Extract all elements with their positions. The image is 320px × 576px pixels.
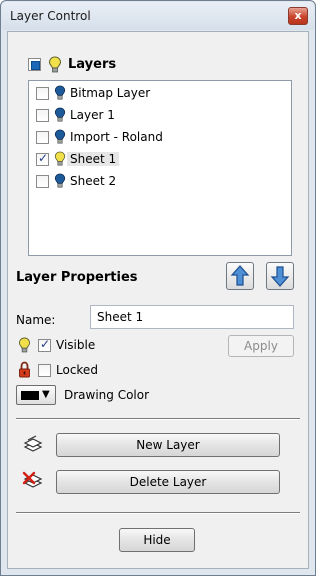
arrow-up-icon	[230, 265, 250, 286]
name-label: Name:	[16, 313, 56, 327]
move-layer-up-button[interactable]	[226, 262, 254, 290]
locked-label: Locked	[56, 363, 98, 377]
list-item-sheet-2[interactable]: Sheet 2	[29, 171, 291, 193]
list-item-sheet-1[interactable]: Sheet 1	[29, 149, 291, 171]
drawing-color-label: Drawing Color	[64, 388, 150, 402]
new-layer-icon	[23, 435, 43, 452]
list-item-layer-1[interactable]: Layer 1	[29, 105, 291, 127]
lightbulb-icon	[54, 107, 66, 122]
list-item-import-roland[interactable]: Import - Roland	[29, 127, 291, 149]
lightbulb-icon	[48, 56, 62, 73]
drawing-color-picker[interactable]: ▼	[16, 385, 56, 405]
delete-layer-icon	[22, 471, 43, 488]
layer-list[interactable]: Bitmap Layer Layer 1 Import - Roland ✓ S…	[28, 80, 292, 256]
layer-visibility-checkbox[interactable]	[36, 87, 49, 100]
close-icon: x	[294, 9, 302, 22]
arrow-down-icon	[270, 266, 290, 287]
lightbulb-icon	[54, 85, 66, 100]
layer-visibility-checkbox[interactable]	[36, 131, 49, 144]
title-bar[interactable]: Layer Control x	[2, 2, 314, 30]
new-layer-button[interactable]: New Layer	[56, 433, 280, 457]
layer-name: Sheet 1	[67, 152, 120, 166]
layers-header-label: Layers	[68, 57, 117, 72]
color-swatch	[21, 391, 39, 400]
divider	[16, 418, 300, 420]
window-title: Layer Control	[10, 9, 91, 23]
layers-master-checkbox[interactable]	[28, 58, 41, 71]
lightbulb-icon	[54, 151, 66, 166]
layer-name-input[interactable]: Sheet 1	[90, 305, 294, 329]
visible-checkbox[interactable]	[38, 337, 51, 352]
layer-name: Sheet 2	[70, 174, 117, 188]
lightbulb-icon	[18, 337, 31, 353]
chevron-down-icon: ▼	[42, 389, 50, 400]
layer-name: Layer 1	[70, 108, 115, 122]
lightbulb-icon	[54, 173, 66, 188]
list-item-bitmap-layer[interactable]: Bitmap Layer	[29, 83, 291, 105]
layer-name: Bitmap Layer	[70, 86, 151, 100]
hide-button[interactable]: Hide	[119, 528, 195, 552]
layer-control-window: Layer Control x Layers Bitmap Layer Laye…	[0, 0, 316, 576]
close-button[interactable]: x	[288, 7, 308, 25]
locked-checkbox[interactable]	[38, 364, 51, 377]
lock-icon	[19, 361, 30, 378]
delete-layer-button[interactable]: Delete Layer	[56, 470, 280, 494]
divider	[16, 512, 300, 514]
layer-visibility-checkbox[interactable]	[36, 175, 49, 188]
move-layer-down-button[interactable]	[266, 262, 294, 290]
visible-label: Visible	[56, 338, 96, 352]
apply-button[interactable]: Apply	[228, 335, 294, 357]
lightbulb-icon	[54, 129, 66, 144]
layer-name: Import - Roland	[70, 130, 163, 144]
layer-properties-title: Layer Properties	[16, 270, 138, 285]
layer-visibility-checkbox[interactable]	[36, 109, 49, 122]
panel-body: Layers Bitmap Layer Layer 1 Import - Rol…	[7, 31, 309, 569]
layer-visibility-checkbox[interactable]	[36, 151, 49, 166]
